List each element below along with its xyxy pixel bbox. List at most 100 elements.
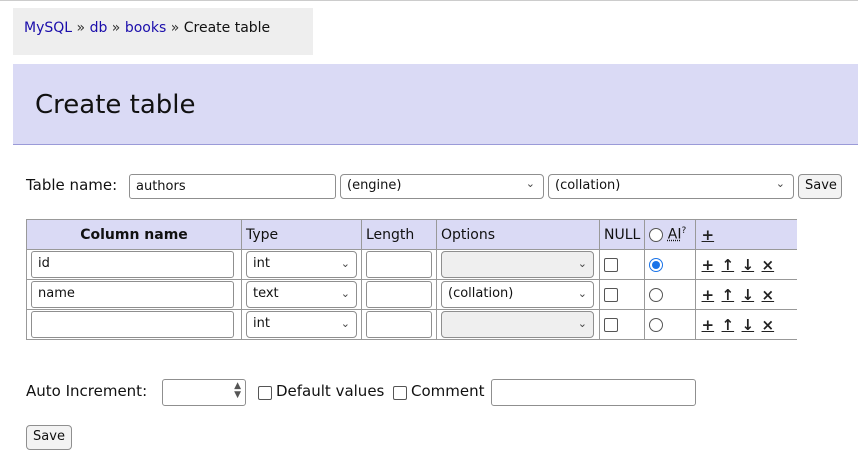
length-input[interactable] bbox=[366, 311, 432, 338]
length-input[interactable] bbox=[366, 251, 432, 278]
comment-label[interactable]: Comment bbox=[411, 382, 485, 400]
move-down-button[interactable]: ↓ bbox=[740, 286, 755, 304]
remove-row-button[interactable]: × bbox=[760, 286, 775, 304]
page-title: Create table bbox=[35, 90, 196, 120]
chevron-down-icon: ⌄ bbox=[525, 177, 535, 190]
columns-table: Column name Type Length Options NULL AI?… bbox=[26, 219, 797, 340]
type-select-value: int bbox=[253, 316, 270, 331]
ai-radio[interactable] bbox=[649, 257, 664, 272]
chevron-down-icon: ⌄ bbox=[577, 317, 587, 330]
comment-checkbox[interactable] bbox=[393, 386, 407, 400]
ai-header-radio[interactable] bbox=[649, 227, 664, 242]
cell-null bbox=[598, 279, 646, 310]
column-name-input[interactable]: id bbox=[31, 251, 234, 278]
column-name-input[interactable] bbox=[31, 311, 234, 338]
ai-radio[interactable] bbox=[649, 317, 664, 332]
chevron-down-icon: ⌄ bbox=[340, 287, 350, 300]
save-button-top[interactable]: Save bbox=[798, 174, 842, 199]
options-select[interactable]: ⌄ bbox=[441, 251, 594, 278]
breadcrumb-link-books[interactable]: books bbox=[125, 20, 166, 36]
type-select-value: text bbox=[253, 286, 279, 301]
cell-length bbox=[361, 249, 437, 280]
default-values-checkbox[interactable] bbox=[258, 386, 272, 400]
header-type: Type bbox=[241, 219, 362, 250]
cell-type: text ⌄ bbox=[241, 279, 362, 310]
type-select[interactable]: int ⌄ bbox=[246, 251, 357, 278]
bottom-options-row: Auto Increment: ▲ ▼ Default values Commen… bbox=[26, 377, 726, 407]
ai-help-sup[interactable]: ? bbox=[682, 226, 687, 236]
table-row: name text ⌄ (collation) ⌄ + ↑ ↓ × bbox=[26, 279, 797, 310]
default-values-label[interactable]: Default values bbox=[276, 382, 384, 400]
columns-header-row: Column name Type Length Options NULL AI?… bbox=[26, 219, 797, 250]
null-checkbox[interactable] bbox=[604, 257, 618, 272]
options-select[interactable]: ⌄ bbox=[441, 311, 594, 338]
remove-row-button[interactable]: × bbox=[760, 316, 775, 334]
cell-options: ⌄ bbox=[436, 249, 600, 280]
table-name-label: Table name: bbox=[26, 176, 118, 194]
type-select[interactable]: int ⌄ bbox=[246, 311, 357, 338]
chevron-down-icon: ⌄ bbox=[577, 257, 587, 270]
cell-actions: + ↑ ↓ × bbox=[695, 249, 797, 280]
ai-radio[interactable] bbox=[649, 287, 664, 302]
header-null: NULL bbox=[598, 219, 646, 250]
cell-ai bbox=[644, 249, 697, 280]
null-checkbox[interactable] bbox=[604, 317, 618, 332]
table-name-row: Table name: authors (engine) ⌄ (collatio… bbox=[26, 172, 856, 200]
cell-null bbox=[598, 309, 646, 340]
chevron-down-icon: ⌄ bbox=[340, 317, 350, 330]
cell-type: int ⌄ bbox=[241, 249, 362, 280]
cell-options: (collation) ⌄ bbox=[436, 279, 600, 310]
add-row-button[interactable]: + bbox=[700, 256, 715, 274]
breadcrumb-current: Create table bbox=[183, 20, 271, 36]
ai-label[interactable]: AI bbox=[668, 227, 682, 243]
table-row: id int ⌄ ⌄ + ↑ ↓ × bbox=[26, 249, 797, 280]
type-select-value: int bbox=[253, 256, 270, 271]
chevron-down-icon: ⌄ bbox=[340, 257, 350, 270]
stepper-arrows-icon[interactable]: ▲ ▼ bbox=[234, 382, 241, 400]
collation-select-value: (collation) bbox=[555, 178, 621, 193]
breadcrumb-link-mysql[interactable]: MySQL bbox=[24, 20, 72, 36]
save-button-bottom[interactable]: Save bbox=[26, 425, 72, 450]
move-up-button[interactable]: ↑ bbox=[720, 316, 735, 334]
add-row-button[interactable]: + bbox=[700, 316, 715, 334]
cell-actions: + ↑ ↓ × bbox=[695, 279, 797, 310]
breadcrumb-link-db[interactable]: db bbox=[90, 20, 108, 36]
collation-select[interactable]: (collation) ⌄ bbox=[548, 174, 794, 199]
null-checkbox[interactable] bbox=[604, 287, 618, 302]
options-select[interactable]: (collation) ⌄ bbox=[441, 281, 594, 308]
header-length: Length bbox=[361, 219, 437, 250]
move-up-button[interactable]: ↑ bbox=[720, 256, 735, 274]
comment-input[interactable] bbox=[491, 379, 696, 406]
move-down-button[interactable]: ↓ bbox=[740, 256, 755, 274]
breadcrumb-separator: » bbox=[111, 20, 121, 36]
engine-select[interactable]: (engine) ⌄ bbox=[340, 174, 544, 199]
page-header: Create table bbox=[13, 64, 858, 145]
engine-select-value: (engine) bbox=[347, 178, 402, 193]
cell-length bbox=[361, 279, 437, 310]
breadcrumb: MySQL » db » books » Create table bbox=[13, 8, 313, 55]
length-input[interactable] bbox=[366, 281, 432, 308]
column-name-input[interactable]: name bbox=[31, 281, 234, 308]
auto-increment-label: Auto Increment: bbox=[26, 382, 148, 400]
remove-row-button[interactable]: × bbox=[760, 256, 775, 274]
move-up-button[interactable]: ↑ bbox=[720, 286, 735, 304]
cell-options: ⌄ bbox=[436, 309, 600, 340]
header-options: Options bbox=[436, 219, 600, 250]
breadcrumb-separator: » bbox=[170, 20, 180, 36]
move-down-button[interactable]: ↓ bbox=[740, 316, 755, 334]
table-name-input[interactable]: authors bbox=[129, 174, 336, 199]
cell-length bbox=[361, 309, 437, 340]
add-column-button[interactable]: + bbox=[700, 226, 715, 244]
type-select[interactable]: text ⌄ bbox=[246, 281, 357, 308]
cell-null bbox=[598, 249, 646, 280]
add-row-button[interactable]: + bbox=[700, 286, 715, 304]
header-column-name: Column name bbox=[26, 219, 242, 250]
breadcrumb-separator: » bbox=[76, 20, 86, 36]
auto-increment-input[interactable]: ▲ ▼ bbox=[162, 379, 246, 406]
header-add: + bbox=[695, 219, 797, 250]
cell-column-name: name bbox=[26, 279, 242, 310]
cell-column-name bbox=[26, 309, 242, 340]
cell-ai bbox=[644, 309, 697, 340]
top-border bbox=[0, 0, 858, 8]
cell-column-name: id bbox=[26, 249, 242, 280]
